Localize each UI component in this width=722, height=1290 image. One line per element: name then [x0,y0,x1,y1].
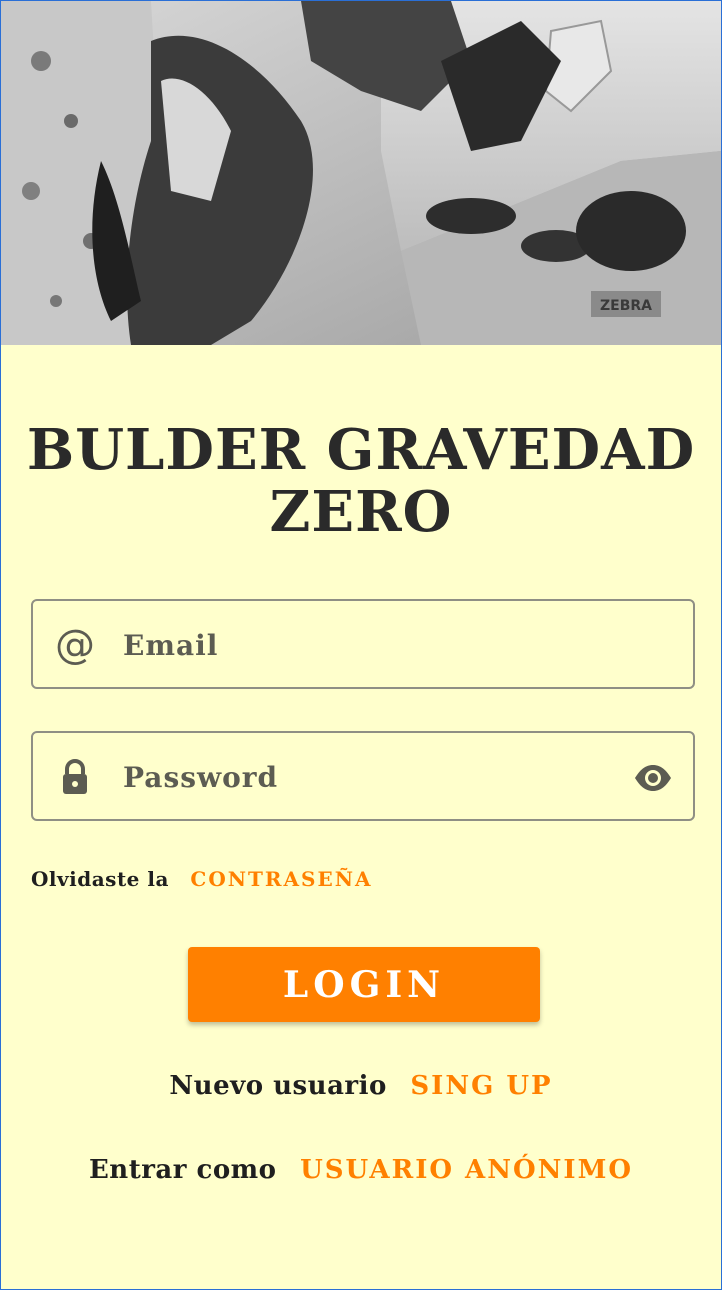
eye-icon[interactable] [633,763,673,793]
forgot-password-link[interactable]: CONTRASEÑA [190,867,372,891]
email-input[interactable] [123,621,603,669]
forgot-password-text: Olvidaste la [31,867,169,891]
email-field[interactable]: @ [31,599,695,689]
svg-text:ZEBRA: ZEBRA [600,298,652,314]
signup-text: Nuevo usuario [169,1071,387,1101]
lock-icon [55,757,95,797]
forgot-password-row: Olvidaste la CONTRASEÑA [31,867,373,891]
anonymous-link[interactable]: USUARIO ANÓNIMO [300,1155,633,1185]
password-input[interactable] [123,753,603,801]
login-button[interactable]: LOGIN [188,947,540,1022]
app-title: BULDER GRAVEDAD ZERO [26,417,696,545]
climber-bouldering-photo: ZEBRA [1,1,721,345]
anonymous-text: Entrar como [88,1155,277,1185]
signup-link[interactable]: SING UP [410,1071,552,1101]
login-screen: ZEBRA BULDER GRAVEDAD ZERO @ Olvidaste l… [0,0,722,1290]
anonymous-row: Entrar como USUARIO ANÓNIMO [1,1155,721,1185]
hero-image: ZEBRA [1,1,721,345]
password-field[interactable] [31,731,695,821]
at-icon: @ [55,622,95,668]
signup-row: Nuevo usuario SING UP [1,1071,721,1101]
